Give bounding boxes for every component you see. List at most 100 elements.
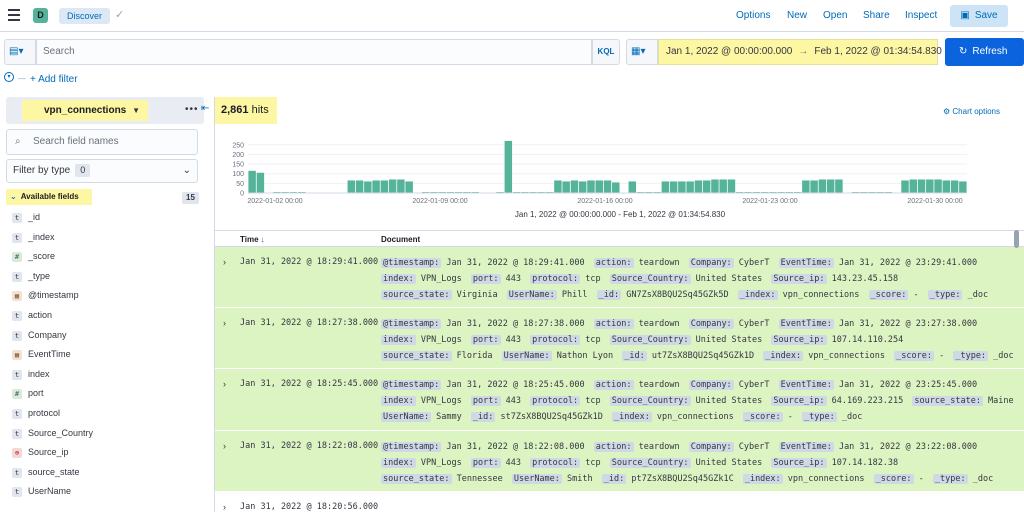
table-row[interactable]: › Jan 31, 2022 @ 18:20:56.000 bbox=[215, 491, 1024, 512]
histogram-bar[interactable] bbox=[380, 180, 389, 193]
histogram-bar[interactable] bbox=[934, 179, 942, 194]
histogram-bar[interactable] bbox=[388, 179, 397, 194]
available-fields-toggle[interactable]: ⌄ Available fields bbox=[6, 189, 92, 205]
table-row[interactable]: › Jan 31, 2022 @ 18:25:45.000 @timestamp: … bbox=[215, 369, 1024, 431]
histogram-bar[interactable] bbox=[661, 181, 670, 193]
histogram-bar[interactable] bbox=[909, 179, 918, 194]
histogram-bar[interactable] bbox=[595, 180, 603, 193]
field-item[interactable]: t protocol bbox=[8, 406, 204, 426]
histogram-bar[interactable] bbox=[372, 180, 380, 193]
histogram-bar[interactable] bbox=[554, 180, 562, 193]
histogram-bar[interactable] bbox=[248, 170, 256, 193]
more-options-icon[interactable]: ••• bbox=[185, 104, 199, 115]
expand-row-icon[interactable]: › bbox=[223, 257, 226, 267]
histogram-bar[interactable] bbox=[802, 180, 810, 193]
histogram-bar[interactable] bbox=[694, 180, 703, 193]
table-scrollbar[interactable] bbox=[1014, 230, 1019, 248]
histogram-bar[interactable] bbox=[397, 179, 405, 194]
field-item[interactable]: ⊕ Source_ip bbox=[8, 445, 204, 465]
doc-field-value: United States bbox=[690, 274, 763, 284]
histogram-bar[interactable] bbox=[711, 179, 719, 194]
histogram-bar[interactable] bbox=[669, 181, 678, 193]
field-item[interactable]: t Company bbox=[8, 328, 204, 348]
histogram-bar[interactable] bbox=[570, 180, 579, 193]
refresh-button[interactable]: ↻ Refresh bbox=[945, 38, 1024, 66]
histogram-bar[interactable] bbox=[504, 140, 513, 193]
index-pattern-value[interactable]: vpn_connections ▼ bbox=[22, 100, 148, 121]
date-quick-menu[interactable]: ▦▾ bbox=[626, 39, 658, 65]
histogram-bar[interactable] bbox=[256, 172, 265, 193]
histogram-bar[interactable] bbox=[942, 180, 951, 193]
field-item[interactable]: ▦ EventTime bbox=[8, 347, 204, 367]
histogram-bar[interactable] bbox=[917, 179, 926, 194]
histogram-bar[interactable] bbox=[959, 181, 967, 193]
add-filter-button[interactable]: + Add filter bbox=[30, 74, 78, 85]
index-pattern-select[interactable]: vpn_connections ▼ bbox=[6, 97, 204, 124]
options-link[interactable]: Options bbox=[736, 10, 770, 21]
filter-options-icon[interactable]: ▾ bbox=[4, 72, 14, 82]
histogram-bar[interactable] bbox=[347, 180, 356, 193]
chart-options-button[interactable]: ⚙ Chart options bbox=[943, 107, 1000, 116]
breadcrumb-discover[interactable]: Discover bbox=[59, 8, 111, 24]
histogram-bar[interactable] bbox=[818, 179, 827, 194]
histogram-bar[interactable] bbox=[810, 180, 818, 193]
inspect-link[interactable]: Inspect bbox=[905, 10, 937, 21]
filter-by-type-button[interactable]: Filter by type 0 ⌄ bbox=[6, 159, 198, 183]
field-item[interactable]: # port bbox=[8, 386, 204, 406]
histogram-bar[interactable] bbox=[628, 181, 637, 193]
histogram-bar[interactable] bbox=[612, 182, 620, 193]
histogram-bar[interactable] bbox=[835, 179, 843, 194]
field-item[interactable]: t Source_Country bbox=[8, 426, 204, 446]
open-link[interactable]: Open bbox=[823, 10, 847, 21]
saved-query-button[interactable]: ▤▾ bbox=[4, 39, 36, 65]
histogram-bar[interactable] bbox=[719, 179, 727, 194]
histogram-bar[interactable] bbox=[562, 181, 570, 193]
column-header-time[interactable]: Time ↓ bbox=[240, 235, 265, 244]
expand-row-icon[interactable]: › bbox=[223, 318, 226, 328]
histogram-bar[interactable] bbox=[950, 180, 959, 193]
histogram-bar[interactable] bbox=[587, 180, 595, 193]
histogram-bar[interactable] bbox=[603, 180, 612, 193]
collapse-sidebar-icon[interactable]: ⇤ bbox=[201, 103, 209, 114]
date-end[interactable]: Feb 1, 2022 @ 01:34:54.830 bbox=[814, 46, 941, 57]
field-item[interactable]: t source_state bbox=[8, 465, 204, 485]
histogram-bar[interactable] bbox=[678, 181, 686, 193]
space-avatar[interactable]: D bbox=[33, 8, 48, 23]
histogram-bar[interactable] bbox=[686, 181, 694, 193]
date-start[interactable]: Jan 1, 2022 @ 00:00:00.000 bbox=[666, 46, 792, 57]
new-link[interactable]: New bbox=[787, 10, 807, 21]
field-search-input[interactable]: ⌕ Search field names bbox=[6, 129, 198, 155]
filter-separator: — bbox=[18, 74, 26, 83]
expand-row-icon[interactable]: › bbox=[223, 502, 226, 512]
histogram-bar[interactable] bbox=[926, 179, 934, 194]
field-item[interactable]: t UserName bbox=[8, 484, 204, 504]
histogram-chart[interactable]: 0 50 100 150 200 250 2022-01-02 00:00 2022-01-0… bbox=[215, 135, 1024, 210]
save-button[interactable]: ▣ Save bbox=[950, 5, 1008, 27]
search-input[interactable]: Search bbox=[36, 39, 592, 65]
histogram-bar[interactable] bbox=[405, 181, 413, 193]
field-item[interactable]: t _index bbox=[8, 230, 204, 250]
share-link[interactable]: Share bbox=[863, 10, 890, 21]
histogram-bar[interactable] bbox=[826, 179, 835, 194]
table-row[interactable]: › Jan 31, 2022 @ 18:27:38.000 @timestamp: … bbox=[215, 308, 1024, 370]
field-item[interactable]: ▦ @timestamp bbox=[8, 288, 204, 308]
histogram-bar[interactable] bbox=[364, 181, 372, 193]
kql-toggle[interactable]: KQL bbox=[592, 39, 620, 65]
field-item[interactable]: t _type bbox=[8, 269, 204, 289]
table-row[interactable]: › Jan 31, 2022 @ 18:22:08.000 @timestamp: … bbox=[215, 430, 1024, 492]
menu-icon[interactable] bbox=[8, 9, 20, 21]
expand-row-icon[interactable]: › bbox=[223, 379, 226, 389]
field-item[interactable]: t action bbox=[8, 308, 204, 328]
histogram-bar[interactable] bbox=[578, 181, 587, 193]
histogram-bar[interactable] bbox=[702, 180, 711, 193]
field-item[interactable]: t index bbox=[8, 367, 204, 387]
table-row[interactable]: › Jan 31, 2022 @ 18:29:41.000 @timestamp: … bbox=[215, 247, 1024, 309]
field-item[interactable]: # _score bbox=[8, 249, 204, 269]
field-item[interactable]: t _id bbox=[8, 210, 204, 230]
histogram-bar[interactable] bbox=[355, 180, 364, 193]
histogram-bar[interactable] bbox=[901, 180, 909, 193]
sort-down-icon[interactable]: ↓ bbox=[261, 235, 265, 244]
date-range-picker[interactable]: Jan 1, 2022 @ 00:00:00.000 → Feb 1, 2022 @… bbox=[658, 39, 942, 65]
histogram-bar[interactable] bbox=[727, 179, 736, 194]
expand-row-icon[interactable]: › bbox=[223, 441, 226, 451]
